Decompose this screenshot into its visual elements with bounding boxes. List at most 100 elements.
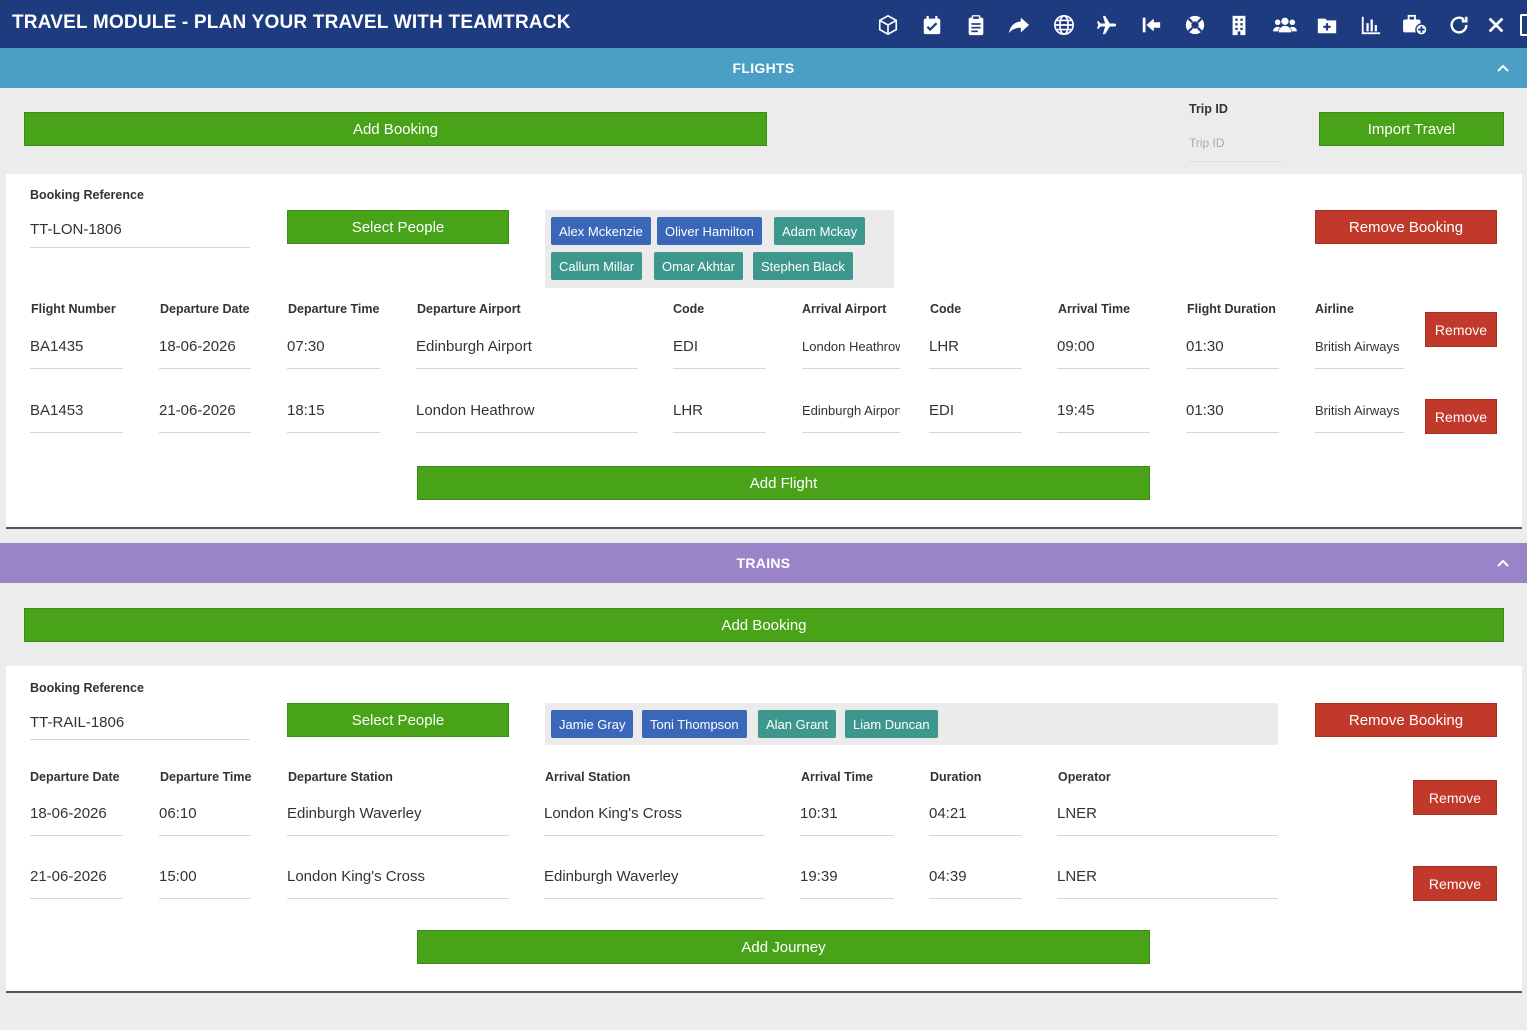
add-journey-button[interactable]: Add Journey	[417, 930, 1150, 964]
clipboard-icon[interactable]	[963, 12, 989, 38]
calendar-check-icon[interactable]	[919, 12, 945, 38]
person-chip[interactable]: Oliver Hamilton	[657, 217, 762, 245]
col-arrival-station: Arrival Station	[545, 770, 631, 784]
window-edge-icon	[1520, 14, 1527, 36]
person-chip[interactable]: Liam Duncan	[845, 710, 938, 738]
person-chip[interactable]: Stephen Black	[753, 252, 853, 280]
departure-date-field[interactable]: 21-06-2026	[30, 868, 123, 899]
building-icon[interactable]	[1226, 12, 1252, 38]
airline-field[interactable]: British Airways	[1315, 338, 1404, 369]
operator-field[interactable]: LNER	[1057, 868, 1278, 899]
col-flight-duration: Flight Duration	[1187, 302, 1276, 316]
departure-date-field[interactable]: 21-06-2026	[159, 402, 251, 433]
arrival-time-field[interactable]: 10:31	[800, 805, 894, 836]
person-chip[interactable]: Alex Mckenzie	[551, 217, 651, 245]
plane-icon[interactable]	[1094, 12, 1120, 38]
col-departure-station: Departure Station	[288, 770, 393, 784]
col-arrival-time: Arrival Time	[801, 770, 874, 784]
import-travel-button[interactable]: Import Travel	[1319, 112, 1504, 146]
airline-field[interactable]: British Airways	[1315, 402, 1404, 433]
remove-flight-button[interactable]: Remove	[1425, 312, 1497, 347]
departure-date-field[interactable]: 18-06-2026	[30, 805, 123, 836]
flight-duration-field[interactable]: 01:30	[1186, 402, 1279, 433]
col-dep-code: Code	[673, 302, 705, 316]
departure-airport-field[interactable]: Edinburgh Airport	[416, 338, 638, 369]
person-chip[interactable]: Omar Akhtar	[654, 252, 743, 280]
globe-icon[interactable]	[1051, 12, 1077, 38]
chevron-up-icon[interactable]	[1495, 60, 1511, 76]
flights-remove-booking-button[interactable]: Remove Booking	[1315, 210, 1497, 244]
close-icon[interactable]	[1483, 12, 1509, 38]
refresh-icon[interactable]	[1446, 12, 1472, 38]
person-chip[interactable]: Alan Grant	[758, 710, 837, 738]
trains-add-booking-button[interactable]: Add Booking	[24, 608, 1504, 642]
arr-code-field[interactable]: LHR	[929, 338, 1022, 369]
col-duration: Duration	[930, 770, 982, 784]
flights-add-booking-button[interactable]: Add Booking	[24, 112, 767, 146]
col-arrival-time: Arrival Time	[1058, 302, 1131, 316]
flight-number-field[interactable]: BA1435	[30, 338, 123, 369]
bar-chart-icon[interactable]	[1358, 12, 1384, 38]
folder-plus-icon[interactable]	[1314, 12, 1340, 38]
arrow-left-to-bar-icon[interactable]	[1138, 12, 1164, 38]
person-chip[interactable]: Callum Millar	[551, 252, 643, 280]
trains-header-title: TRAINS	[736, 555, 791, 571]
dep-code-field[interactable]: LHR	[673, 402, 766, 433]
arr-code-field[interactable]: EDI	[929, 402, 1022, 433]
col-departure-date: Departure Date	[160, 302, 250, 316]
remove-journey-button[interactable]: Remove	[1413, 866, 1497, 901]
departure-time-field[interactable]: 07:30	[287, 338, 380, 369]
duration-field[interactable]: 04:21	[929, 805, 1022, 836]
departure-time-field[interactable]: 18:15	[287, 402, 380, 433]
col-departure-date: Departure Date	[30, 770, 120, 784]
departure-date-field[interactable]: 18-06-2026	[159, 338, 251, 369]
arrival-station-field[interactable]: Edinburgh Waverley	[544, 868, 764, 899]
person-chip[interactable]: Toni Thompson	[642, 710, 747, 738]
trains-booking-ref-label: Booking Reference	[30, 681, 144, 695]
arrival-time-field[interactable]: 19:45	[1057, 402, 1150, 433]
departure-time-field[interactable]: 06:10	[159, 805, 251, 836]
flights-section-header[interactable]: FLIGHTS	[0, 48, 1527, 88]
life-ring-icon[interactable]	[1182, 12, 1208, 38]
dep-code-field[interactable]: EDI	[673, 338, 766, 369]
operator-field[interactable]: LNER	[1057, 805, 1278, 836]
duration-field[interactable]: 04:39	[929, 868, 1022, 899]
arrival-time-field[interactable]: 09:00	[1057, 338, 1150, 369]
flight-number-field[interactable]: BA1453	[30, 402, 123, 433]
briefcase-plus-icon[interactable]	[1400, 12, 1430, 38]
col-operator: Operator	[1058, 770, 1111, 784]
arrival-airport-field[interactable]: London Heathrow	[802, 338, 900, 369]
cube-icon[interactable]	[875, 12, 901, 38]
arrival-station-field[interactable]: London King's Cross	[544, 805, 764, 836]
trains-section-header[interactable]: TRAINS	[0, 543, 1527, 583]
col-arr-code: Code	[930, 302, 962, 316]
trains-remove-booking-button[interactable]: Remove Booking	[1315, 703, 1497, 737]
users-icon[interactable]	[1270, 12, 1300, 38]
departure-time-field[interactable]: 15:00	[159, 868, 251, 899]
flights-booking-ref-label: Booking Reference	[30, 188, 144, 202]
col-departure-time: Departure Time	[160, 770, 252, 784]
chevron-up-icon[interactable]	[1495, 555, 1511, 571]
col-departure-airport: Departure Airport	[417, 302, 521, 316]
departure-station-field[interactable]: Edinburgh Waverley	[287, 805, 509, 836]
share-icon[interactable]	[1006, 12, 1032, 38]
flights-select-people-button[interactable]: Select People	[287, 210, 509, 244]
add-flight-button[interactable]: Add Flight	[417, 466, 1150, 500]
col-airline: Airline	[1315, 302, 1354, 316]
trains-booking-ref-input[interactable]: TT-RAIL-1806	[30, 714, 250, 740]
remove-journey-button[interactable]: Remove	[1413, 780, 1497, 815]
departure-airport-field[interactable]: London Heathrow	[416, 402, 638, 433]
flight-duration-field[interactable]: 01:30	[1186, 338, 1279, 369]
flights-booking-ref-input[interactable]: TT-LON-1806	[30, 221, 250, 248]
trip-id-label: Trip ID	[1189, 102, 1228, 116]
trip-id-input[interactable]: Trip ID	[1189, 136, 1282, 162]
departure-station-field[interactable]: London King's Cross	[287, 868, 509, 899]
arrival-time-field[interactable]: 19:39	[800, 868, 894, 899]
col-arrival-airport: Arrival Airport	[802, 302, 887, 316]
trains-select-people-button[interactable]: Select People	[287, 703, 509, 737]
remove-flight-button[interactable]: Remove	[1425, 399, 1497, 434]
arrival-airport-field[interactable]: Edinburgh Airport	[802, 402, 900, 433]
person-chip[interactable]: Adam Mckay	[774, 217, 866, 245]
col-flight-number: Flight Number	[31, 302, 116, 316]
person-chip[interactable]: Jamie Gray	[551, 710, 634, 738]
